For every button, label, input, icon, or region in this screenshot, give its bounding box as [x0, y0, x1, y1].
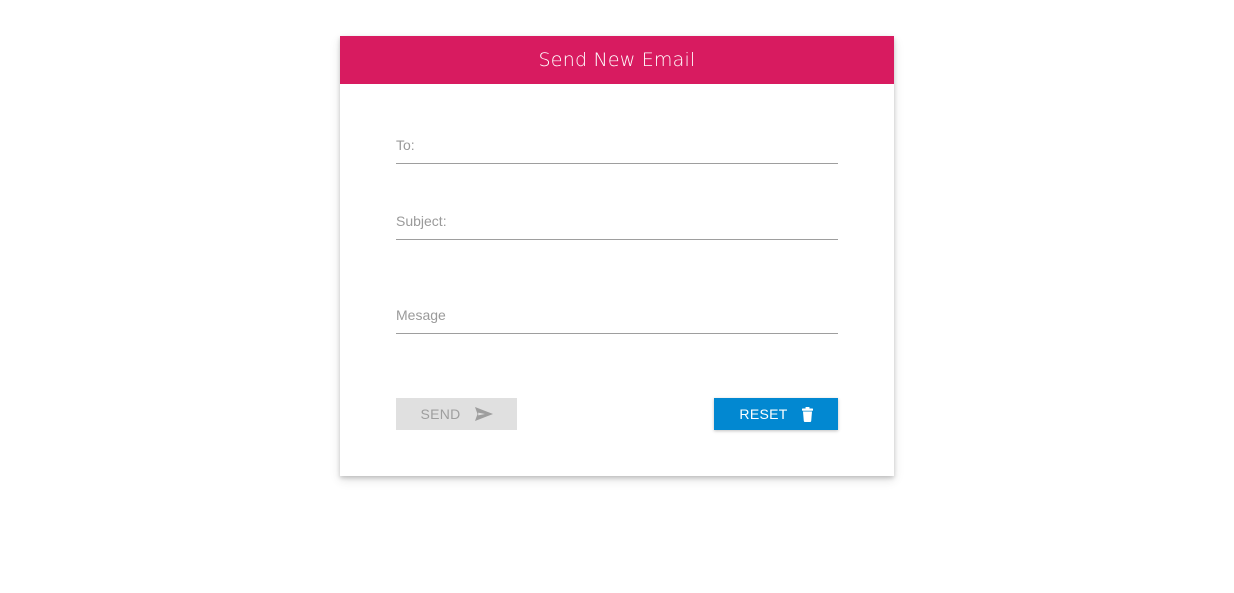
message-input[interactable]: [396, 307, 838, 333]
reset-button[interactable]: RESET: [714, 398, 838, 430]
send-icon: [474, 407, 493, 421]
message-field: [396, 307, 838, 334]
trash-icon: [801, 406, 813, 422]
send-button-label: SEND: [420, 406, 461, 422]
form-header: Send New Email: [340, 36, 894, 84]
reset-button-label: RESET: [739, 406, 788, 422]
form-title: Send New Email: [538, 49, 696, 71]
send-button[interactable]: SEND: [396, 398, 517, 430]
subject-input[interactable]: [396, 213, 838, 239]
to-input[interactable]: [396, 137, 838, 163]
email-form-card: Send New Email SEND RESET: [340, 36, 894, 476]
to-field: [396, 137, 838, 164]
subject-field: [396, 213, 838, 240]
